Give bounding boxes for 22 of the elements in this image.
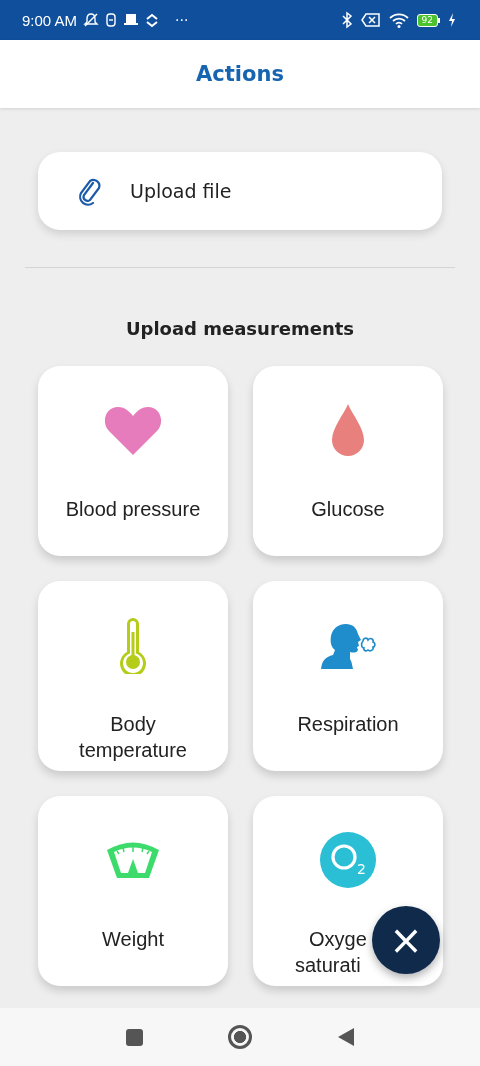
battery-level: 92 [416, 13, 438, 27]
section-heading: Upload measurements [124, 318, 356, 339]
bell-off-icon [83, 12, 100, 28]
measurement-tile[interactable]: Weight [38, 796, 228, 986]
measurement-tile[interactable]: Respiration [253, 581, 443, 771]
clock: 9:00 AM [22, 11, 78, 29]
no-sim-icon [360, 12, 381, 28]
sync-icon [145, 12, 160, 28]
sim-icon [105, 12, 118, 28]
more-indicator: ··· [175, 12, 189, 28]
oxygen-icon: 2 [319, 831, 377, 889]
screen-title: Actions [196, 62, 284, 86]
measurement-tile[interactable]: Blood pressure [38, 366, 228, 556]
laptop-icon [123, 12, 140, 28]
thermometer-icon [117, 616, 149, 674]
bluetooth-icon [340, 11, 353, 29]
drop-icon [330, 402, 366, 458]
measurement-tile[interactable]: Glucose [253, 366, 443, 556]
upload-file-button[interactable]: Upload file [38, 152, 442, 230]
measurement-tile[interactable]: Body temperature [38, 581, 228, 771]
home-button[interactable] [227, 1024, 253, 1050]
wifi-icon [388, 12, 409, 28]
